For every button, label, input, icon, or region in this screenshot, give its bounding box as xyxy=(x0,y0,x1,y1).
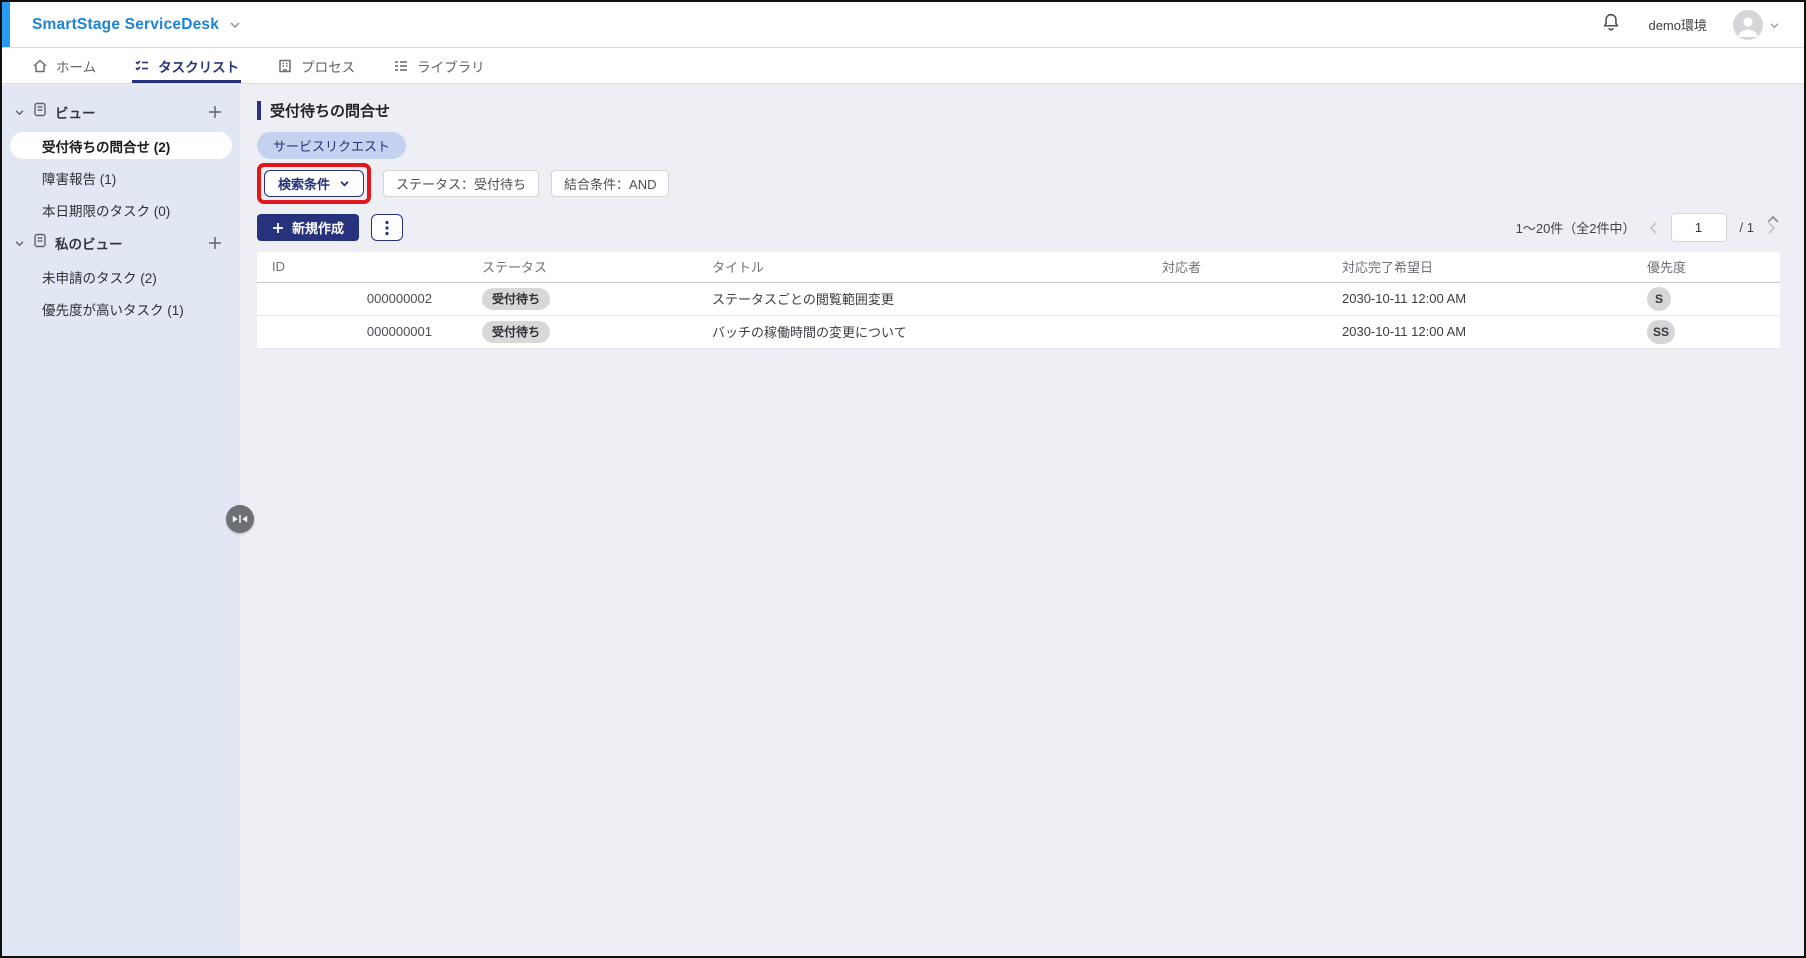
tab-label: タスクリスト xyxy=(158,59,240,75)
filter-chip-label: ステータス：受付待ち xyxy=(396,177,527,192)
sidebar-item-label: 優先度が高いタスク (1) xyxy=(42,302,184,318)
column-header-priority: 優先度 xyxy=(1632,252,1780,283)
page-title: 受付待ちの問合せ xyxy=(270,103,391,120)
tab-label: ホーム xyxy=(56,59,97,75)
brand-chevron-down-icon[interactable] xyxy=(229,16,241,34)
prev-page-button[interactable] xyxy=(1649,221,1658,235)
collapse-sidebar-button[interactable] xyxy=(226,505,254,533)
tasklist-icon xyxy=(134,58,150,74)
chevron-down-icon[interactable] xyxy=(14,234,25,252)
app-header: SmartStage ServiceDesk demo環境 xyxy=(2,2,1804,48)
filter-chip-status[interactable]: ステータス：受付待ち xyxy=(383,170,540,197)
table-header-row: ID ステータス タイトル 対応者 対応完了希望日 優先度 xyxy=(257,252,1780,283)
more-actions-button[interactable] xyxy=(371,214,404,241)
sidebar-item-due-today[interactable]: 本日期限のタスク (0) xyxy=(2,196,232,223)
sidebar-item-label: 未申請のタスク (2) xyxy=(42,270,157,286)
user-chevron-down-icon[interactable] xyxy=(1769,16,1780,34)
column-header-title: タイトル xyxy=(697,252,1147,283)
sidebar-section-my-views: 私のビュー xyxy=(2,228,240,258)
add-my-view-button[interactable] xyxy=(208,236,222,250)
cell-title: ステータスごとの閲覧範囲変更 xyxy=(697,282,1147,316)
add-view-button[interactable] xyxy=(208,105,222,119)
view-list-icon xyxy=(33,233,47,253)
brand-stripe xyxy=(2,2,10,47)
collapse-filter-chevron-up-icon[interactable] xyxy=(1766,215,1780,224)
sidebar-item-incident-reports[interactable]: 障害報告 (1) xyxy=(2,164,232,191)
sidebar-item-label: 障害報告 (1) xyxy=(42,171,117,187)
search-conditions-label: 検索条件 xyxy=(278,177,331,192)
create-new-button[interactable]: 新規作成 xyxy=(257,214,360,241)
plus-icon xyxy=(273,222,283,233)
chevron-down-icon[interactable] xyxy=(14,103,25,121)
sidebar-item-pending-inquiries[interactable]: 受付待ちの問合せ (2) xyxy=(10,132,232,159)
avatar xyxy=(1733,9,1763,40)
tab-tasklist[interactable]: タスクリスト xyxy=(132,48,242,83)
pagination-range: 1〜20件（全2件中） xyxy=(1515,221,1636,236)
section-label: 私のビュー xyxy=(55,237,123,252)
sidebar-item-high-priority-tasks[interactable]: 優先度が高いタスク (1) xyxy=(2,295,232,322)
home-icon xyxy=(32,58,48,74)
annotation-highlight-box: 検索条件 xyxy=(257,163,372,204)
cell-title: バッチの稼働時間の変更について xyxy=(697,315,1147,349)
tab-label: ライブラリ xyxy=(417,59,485,75)
section-label: ビュー xyxy=(55,106,96,121)
column-header-due-date: 対応完了希望日 xyxy=(1327,252,1632,283)
tab-home[interactable]: ホーム xyxy=(30,48,98,83)
cell-assignee xyxy=(1147,282,1327,316)
column-header-status: ステータス xyxy=(467,252,697,283)
cell-id: 000000001 xyxy=(257,315,467,349)
filter-chip-label: 結合条件：AND xyxy=(564,177,657,192)
collapse-icon xyxy=(232,515,248,523)
cell-due-date: 2030-10-11 12:00 AM xyxy=(1327,282,1632,316)
pagination: 1〜20件（全2件中） / 1 xyxy=(1516,213,1776,242)
sidebar-item-unsubmitted-tasks[interactable]: 未申請のタスク (2) xyxy=(2,263,232,290)
chevron-down-icon xyxy=(340,181,349,187)
sidebar-section-views: ビュー xyxy=(2,97,240,127)
environment-label: demo環境 xyxy=(1648,18,1707,33)
notification-bell-icon[interactable] xyxy=(1600,11,1622,38)
tab-library[interactable]: ライブラリ xyxy=(391,48,487,83)
column-header-id: ID xyxy=(257,252,467,283)
filter-chip-join-condition[interactable]: 結合条件：AND xyxy=(551,170,670,197)
library-icon xyxy=(393,58,409,74)
cell-id: 000000002 xyxy=(257,282,467,316)
app-window: SmartStage ServiceDesk demo環境 ホーム タスクリスト… xyxy=(0,0,1806,958)
brand-menu[interactable]: SmartStage ServiceDesk xyxy=(32,16,241,34)
priority-badge: S xyxy=(1647,286,1671,311)
page-number-input[interactable] xyxy=(1670,213,1727,242)
search-conditions-button[interactable]: 検索条件 xyxy=(264,170,365,197)
cell-due-date: 2030-10-11 12:00 AM xyxy=(1327,315,1632,349)
user-menu[interactable] xyxy=(1733,9,1780,40)
pagination-total: / 1 xyxy=(1739,220,1754,235)
sidebar-item-label: 受付待ちの問合せ (2) xyxy=(42,139,171,155)
table-row[interactable]: 000000002 受付待ち ステータスごとの閲覧範囲変更 2030-10-11… xyxy=(257,282,1780,316)
tab-label: プロセス xyxy=(301,59,356,75)
status-badge: 受付待ち xyxy=(482,287,551,310)
create-new-label: 新規作成 xyxy=(292,221,345,236)
brand-title: SmartStage ServiceDesk xyxy=(32,15,220,33)
kebab-icon xyxy=(385,220,389,235)
title-accent-bar xyxy=(257,101,261,120)
sidebar-item-label: 本日期限のタスク (0) xyxy=(42,203,171,219)
cell-assignee xyxy=(1147,315,1327,349)
task-table: ID ステータス タイトル 対応者 対応完了希望日 優先度 000000002 … xyxy=(257,252,1780,349)
process-icon xyxy=(277,58,293,74)
table-row[interactable]: 000000001 受付待ち バッチの稼働時間の変更について 2030-10-1… xyxy=(257,315,1780,349)
priority-badge: SS xyxy=(1647,319,1676,344)
sidebar: ビュー 受付待ちの問合せ (2) 障害報告 (1) 本日期限のタスク (0) 私… xyxy=(2,85,240,956)
main-nav: ホーム タスクリスト プロセス ライブラリ xyxy=(2,48,1804,84)
category-chip: サービスリクエスト xyxy=(257,132,407,159)
status-badge: 受付待ち xyxy=(482,320,551,343)
tab-process[interactable]: プロセス xyxy=(275,48,357,83)
view-list-icon xyxy=(33,102,47,122)
column-header-assignee: 対応者 xyxy=(1147,252,1327,283)
main-content: 受付待ちの問合せ サービスリクエスト 検索条件 ステータス：受付待ち 結合条件：… xyxy=(240,85,1804,956)
